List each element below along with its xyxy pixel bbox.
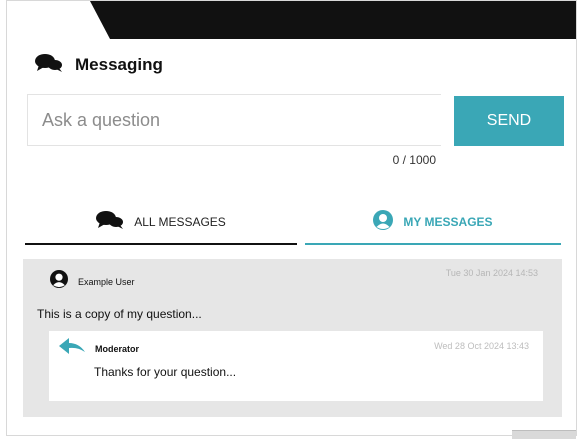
message-timestamp: Tue 30 Jan 2024 14:53 [445, 268, 538, 278]
reply-timestamp: Wed 28 Oct 2024 13:43 [434, 341, 529, 351]
message-author: Example User [78, 276, 135, 287]
tab-my-messages[interactable]: MY MESSAGES [305, 201, 561, 245]
chat-bubbles-icon [96, 210, 124, 235]
question-input[interactable] [27, 94, 441, 146]
reply-card: Moderator Wed 28 Oct 2024 13:43 Thanks f… [49, 331, 543, 401]
message-text: This is a copy of my question... [37, 307, 202, 321]
send-button[interactable]: SEND [454, 96, 564, 146]
chat-bubbles-icon [35, 53, 63, 78]
reply-author: Moderator [95, 343, 140, 354]
reply-header: Moderator [59, 338, 139, 359]
reply-text: Thanks for your question... [94, 365, 237, 379]
messaging-panel: Messaging SEND 0 / 1000 ALL MESSAGES MY … [6, 0, 577, 436]
top-bar [7, 1, 576, 39]
tab-all-messages[interactable]: ALL MESSAGES [25, 201, 297, 245]
tab-my-messages-label: MY MESSAGES [403, 215, 493, 229]
user-circle-icon [373, 209, 394, 235]
message-list: Example User Tue 30 Jan 2024 14:53 This … [23, 259, 562, 417]
message-header: Example User [50, 270, 135, 293]
header: Messaging [35, 53, 163, 77]
reply-arrow-icon [59, 338, 85, 359]
character-counter: 0 / 1000 [392, 153, 436, 167]
page-title: Messaging [75, 55, 163, 74]
top-bar-dark-band [90, 1, 576, 39]
tab-all-messages-label: ALL MESSAGES [134, 215, 226, 229]
user-circle-icon [50, 270, 68, 293]
